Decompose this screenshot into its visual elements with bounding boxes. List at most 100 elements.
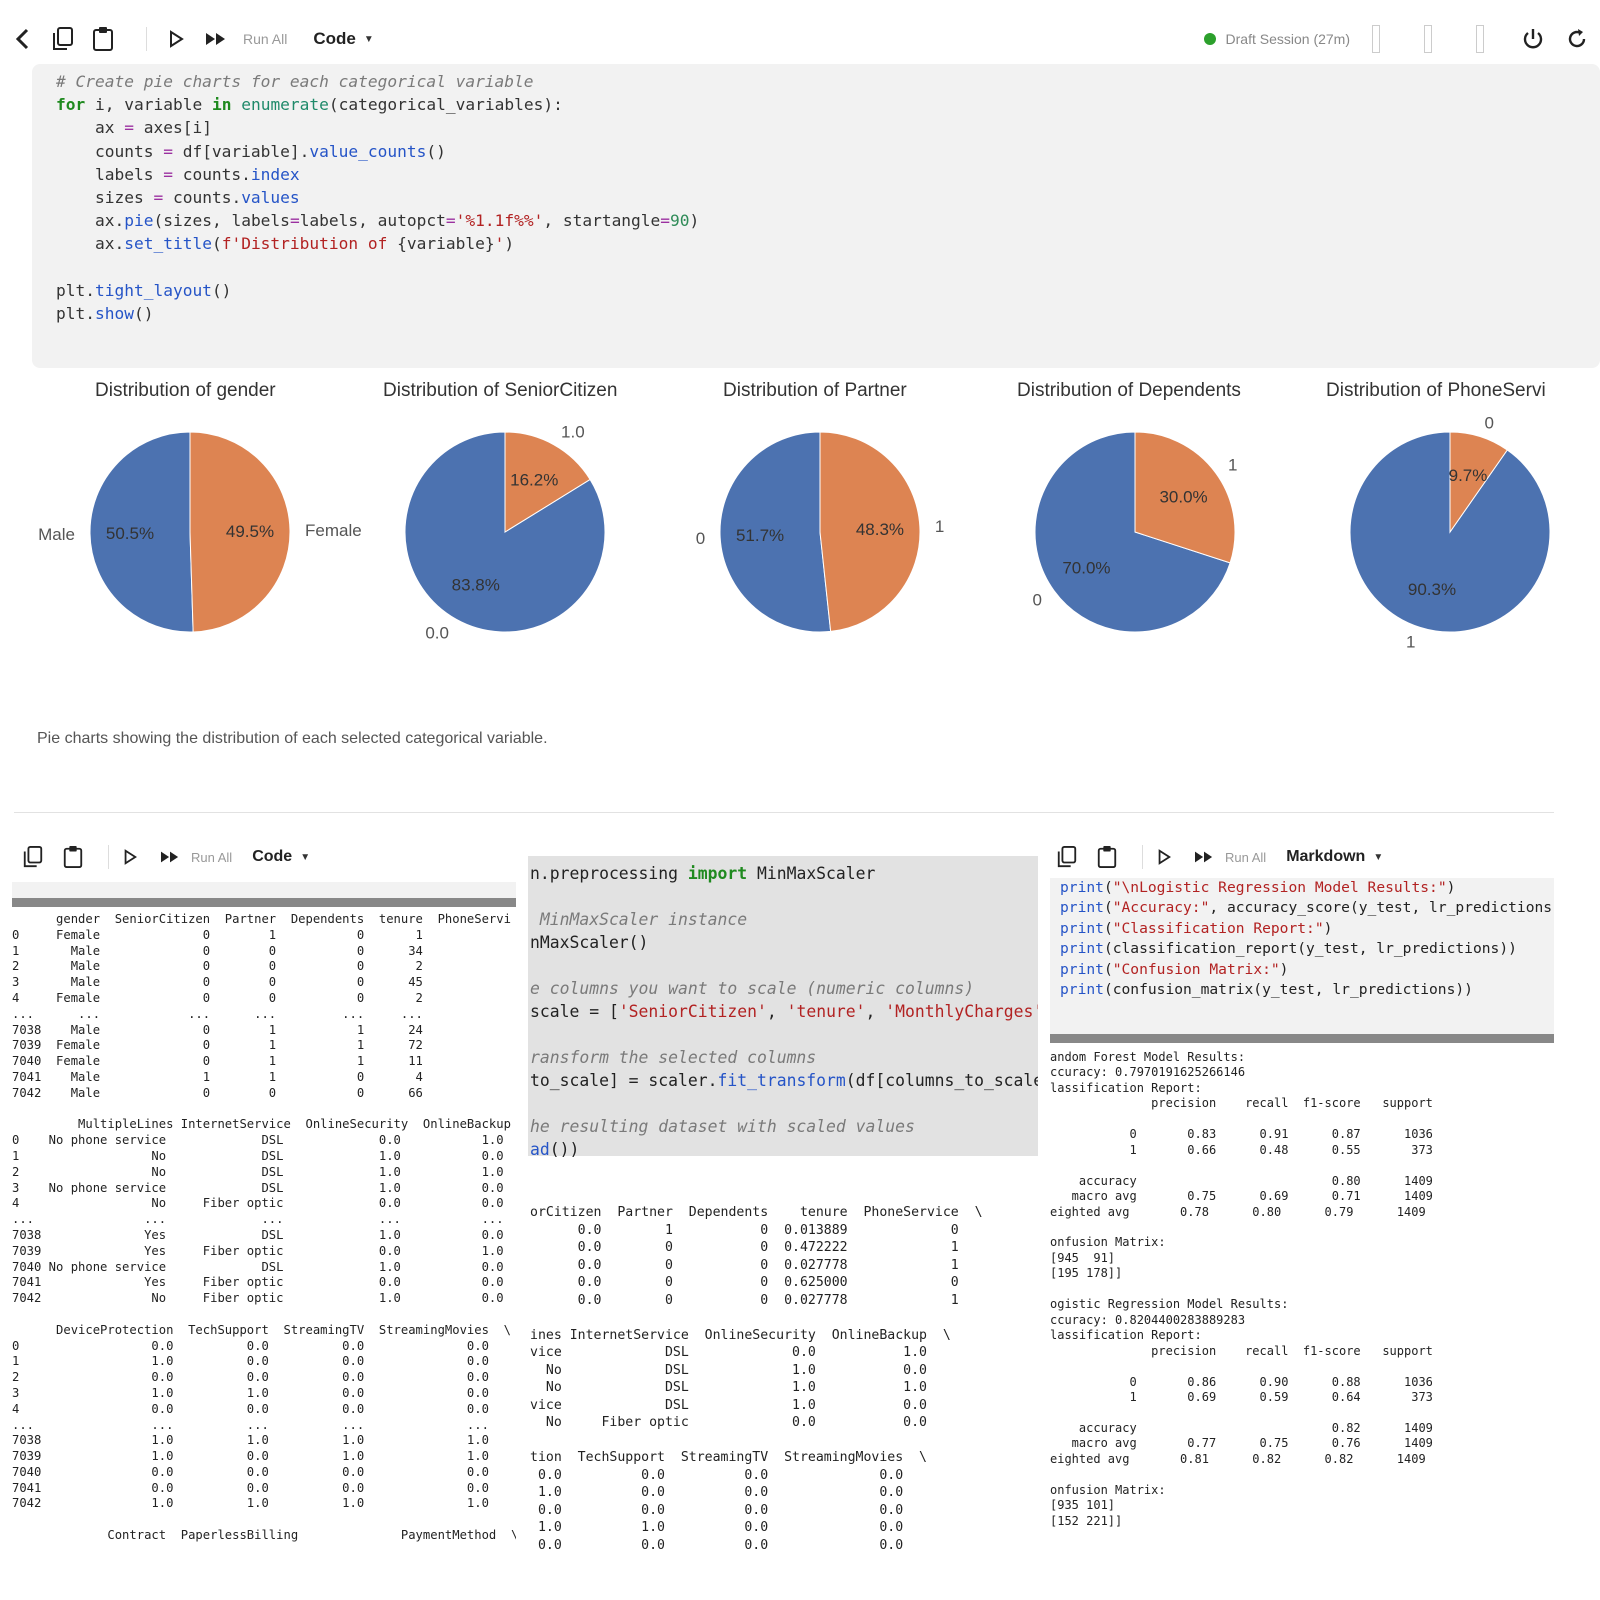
code-cell-pie-charts[interactable]: # Create pie charts for each categorical… <box>32 64 1600 368</box>
code-token: print <box>1060 981 1104 999</box>
clipboard-icon[interactable] <box>90 26 116 52</box>
left-toolbar: Run All Code ▼ <box>20 832 310 882</box>
output-line: macro avg 0.75 0.69 0.71 1409 <box>1050 1189 1433 1204</box>
toolbar-separator <box>108 845 109 869</box>
output-line: 1 Male 0 0 0 34 <box>12 943 423 958</box>
cell-type-dropdown[interactable]: Code ▼ <box>313 29 373 49</box>
code-line: n.preprocessing import MinMaxScaler <box>530 862 1038 885</box>
output-line: macro avg 0.77 0.75 0.76 1409 <box>1050 1436 1433 1451</box>
copy-icon[interactable] <box>50 26 76 52</box>
code-cell-logistic-results[interactable]: print("\nLogistic Regression Model Resul… <box>1050 878 1554 1034</box>
code-line: print(confusion_matrix(y_test, lr_predic… <box>1060 980 1554 1000</box>
run-all-button[interactable]: Run All <box>243 31 287 47</box>
run-icon[interactable] <box>163 26 189 52</box>
pie-svg: 51.7% 0 48.3% 1 <box>696 431 944 633</box>
pie-percent-label: 50.5% <box>106 524 154 543</box>
output-line: 3 1.0 1.0 0.0 0.0 <box>12 1385 489 1400</box>
output-line: ... ... ... ... ... <box>12 1417 489 1432</box>
code-token: (confusion_matrix(y_test, lr_predictions… <box>1103 981 1473 999</box>
output-line: No Fiber optic 0.0 0.0 <box>530 1415 927 1430</box>
output-line: Contract PaperlessBilling PaymentMethod … <box>12 1528 516 1543</box>
code-token: 'tenure' <box>786 1002 866 1021</box>
cell-type-dropdown[interactable]: Code ▼ <box>252 848 310 866</box>
pie-category-label: 1 <box>1228 455 1237 474</box>
pie-chart-partner: Distribution of Partner 51.7% 0 48.3% 1 <box>650 370 990 670</box>
code-editor[interactable]: n.preprocessing import MinMaxScaler MinM… <box>528 856 1038 1161</box>
code-token: ) <box>1279 960 1289 978</box>
pie-category-label: 0 <box>1032 591 1041 610</box>
output-line: 7040 0.0 0.0 0.0 0.0 <box>12 1464 489 1479</box>
code-cell-minmax-scaler[interactable]: n.preprocessing import MinMaxScaler MinM… <box>528 856 1038 1159</box>
output-line: 2 Male 0 0 0 2 <box>12 959 423 974</box>
code-line: ransform the selected columns <box>530 1046 1038 1069</box>
pie-svg: 90.3% 1 9.7% 0 <box>1349 413 1551 652</box>
code-comment: # Create pie charts for each categorical… <box>56 72 534 91</box>
output-line: DeviceProtection TechSupport StreamingTV… <box>12 1322 511 1337</box>
output-line: 0.0 0 0 0.027778 1 <box>530 1292 959 1308</box>
pie-svg: 70.0% 0 30.0% 1 <box>1032 431 1238 633</box>
run-all-icon[interactable] <box>1191 844 1217 870</box>
run-all-button[interactable]: Run All <box>1225 850 1266 865</box>
code-token: ) <box>1446 879 1456 896</box>
output-line: 7042 Male 0 0 0 66 <box>12 1085 423 1100</box>
chart-caption: Pie charts showing the distribution of e… <box>37 730 548 747</box>
run-icon[interactable] <box>117 844 143 870</box>
clipboard-icon[interactable] <box>1094 844 1120 870</box>
code-line: to_scale] = scaler.fit_transform(df[colu… <box>530 1069 1038 1092</box>
run-all-icon[interactable] <box>203 26 229 52</box>
copy-icon[interactable] <box>20 844 46 870</box>
refresh-icon[interactable] <box>1564 26 1590 52</box>
code-token: "Confusion Matrix:" <box>1112 960 1280 978</box>
power-icon[interactable] <box>1520 26 1546 52</box>
output-line: 1 0.69 0.59 0.64 373 <box>1050 1389 1433 1404</box>
code-editor[interactable]: print("\nLogistic Regression Model Resul… <box>1050 878 1554 1000</box>
pie-percent-label: 48.3% <box>856 520 904 539</box>
chevron-down-icon: ▼ <box>363 33 374 45</box>
code-token: n.preprocessing <box>530 864 688 883</box>
session-label[interactable]: Draft Session (27m) <box>1226 31 1350 47</box>
code-token: , <box>865 1002 886 1021</box>
pie-category-label: Male <box>38 525 75 544</box>
output-line: 7041 Male 1 1 0 4 <box>12 1069 423 1084</box>
pie-category-label: 0.0 <box>425 623 449 642</box>
left-panel: Run All Code ▼ gender SeniorCitizen Part… <box>12 832 516 1600</box>
output-line: 0.0 1 0 0.013889 0 <box>530 1222 959 1238</box>
output-line: accuracy 0.82 1409 <box>1050 1420 1433 1435</box>
copy-icon[interactable] <box>1054 844 1080 870</box>
cell-type-dropdown[interactable]: Markdown ▼ <box>1286 848 1383 866</box>
middle-panel: n.preprocessing import MinMaxScaler MinM… <box>528 832 1038 1600</box>
run-all-icon[interactable] <box>157 844 183 870</box>
output-line: 4 No Fiber optic 0.0 0.0 <box>12 1196 504 1211</box>
cell-input-area[interactable] <box>12 882 516 898</box>
code-line: e columns you want to scale (numeric col… <box>530 977 1038 1000</box>
output-line: ... ... ... ... ... ... <box>12 1006 423 1021</box>
code-token: scale = [ <box>530 1002 619 1021</box>
resource-meter-icon <box>1372 25 1380 53</box>
pie-category-label: 1.0 <box>561 423 585 442</box>
pie-percent-label: 83.8% <box>452 575 500 594</box>
code-editor[interactable]: # Create pie charts for each categorical… <box>32 64 1600 325</box>
code-token: import <box>687 864 748 883</box>
output-line: 7040 No phone service DSL 1.0 0.0 <box>12 1259 504 1274</box>
back-icon[interactable] <box>10 26 36 52</box>
output-line: 7039 Yes Fiber optic 0.0 1.0 <box>12 1243 504 1258</box>
output-line: 4 0.0 0.0 0.0 0.0 <box>12 1401 489 1416</box>
dataframe-output: gender SeniorCitizen Partner Dependents … <box>12 912 516 1544</box>
code-line: nMaxScaler() <box>530 931 1038 954</box>
code-token: (classification_report(y_test, lr_predic… <box>1103 940 1517 958</box>
output-line: No DSL 1.0 0.0 <box>530 1362 927 1378</box>
code-line: print("\nLogistic Regression Model Resul… <box>1060 878 1554 898</box>
code-token: ad <box>530 1140 550 1159</box>
run-icon[interactable] <box>1151 844 1177 870</box>
output-line: gender SeniorCitizen Partner Dependents … <box>12 912 511 926</box>
run-all-button[interactable]: Run All <box>191 850 232 865</box>
clipboard-icon[interactable] <box>60 844 86 870</box>
output-line: precision recall f1-score support <box>1050 1343 1433 1358</box>
output-line: 0.0 0 0 0.625000 0 <box>530 1275 959 1290</box>
output-line: 1 1.0 0.0 0.0 0.0 <box>12 1354 489 1369</box>
output-line: 4 Female 0 0 0 2 <box>12 990 423 1005</box>
